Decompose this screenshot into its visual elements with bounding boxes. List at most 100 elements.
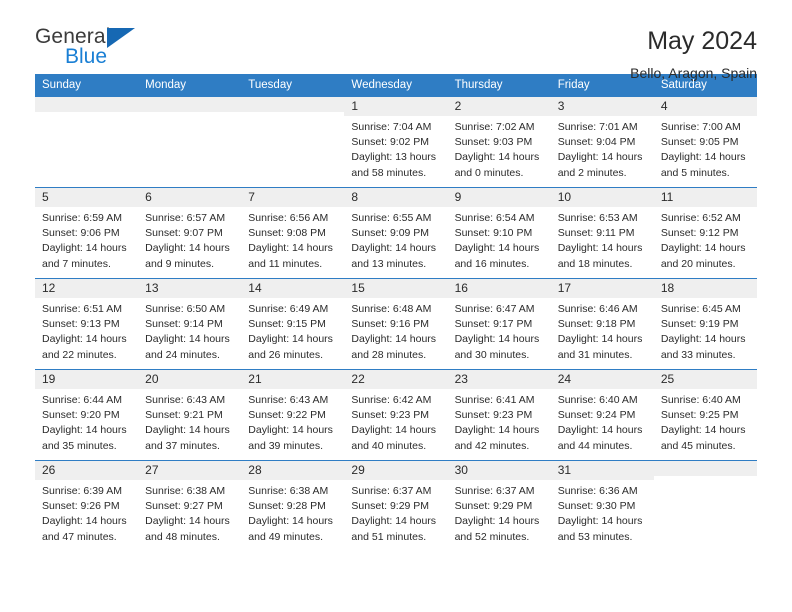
daylight-text: Daylight: 14 hours and 5 minutes. xyxy=(660,151,746,179)
general-blue-logo[interactable]: General Blue xyxy=(35,26,155,72)
calendar-cell-day-19[interactable]: 19 Sunrise: 6:44 AM Sunset: 9:20 PM Dayligh… xyxy=(35,369,139,461)
calendar-week-row: 12 Sunrise: 6:51 AM Sunset: 9:13 PM Dayligh… xyxy=(35,278,757,370)
calendar-cell-day-23[interactable]: 23 Sunrise: 6:41 AM Sunset: 9:23 PM Dayligh… xyxy=(447,369,551,461)
calendar-cell-day-18[interactable]: 18 Sunrise: 6:45 AM Sunset: 9:19 PM Dayligh… xyxy=(653,278,757,370)
calendar-cell-day-3[interactable]: 3 Sunrise: 7:01 AM Sunset: 9:04 PM Daylight… xyxy=(550,96,654,188)
calendar-cell-day-8[interactable]: 8 Sunrise: 6:55 AM Sunset: 9:09 PM Daylight… xyxy=(344,187,448,279)
day-details: Sunrise: 6:57 AM Sunset: 9:07 PM Daylight:… xyxy=(138,207,241,272)
daylight-text: Daylight: 14 hours and 22 minutes. xyxy=(42,333,127,361)
calendar-cell-day-14[interactable]: 14 Sunrise: 6:49 AM Sunset: 9:15 PM Dayligh… xyxy=(241,278,345,370)
calendar-week-row: 26 Sunrise: 6:39 AM Sunset: 9:26 PM Dayligh… xyxy=(35,460,757,552)
calendar-page: General Blue May 2024 Bello, Aragon, Spa… xyxy=(0,0,792,612)
calendar-cell-day-1[interactable]: 1 Sunrise: 7:04 AM Sunset: 9:02 PM Daylight… xyxy=(344,96,448,188)
sunset-text: Sunset: 9:26 PM xyxy=(42,500,120,513)
day-details: Sunrise: 6:53 AM Sunset: 9:11 PM Daylight:… xyxy=(551,207,654,272)
daylight-text: Daylight: 14 hours and 0 minutes. xyxy=(454,151,540,179)
calendar-cell-day-11[interactable]: 11 Sunrise: 6:52 AM Sunset: 9:12 PM Dayligh… xyxy=(653,187,757,279)
calendar-cell-day-16[interactable]: 16 Sunrise: 6:47 AM Sunset: 9:17 PM Dayligh… xyxy=(447,278,551,370)
daylight-text: Daylight: 14 hours and 47 minutes. xyxy=(42,515,127,543)
day-number: 31 xyxy=(550,461,654,480)
calendar-cell-day-17[interactable]: 17 Sunrise: 6:46 AM Sunset: 9:18 PM Dayligh… xyxy=(550,278,654,370)
sunset-text: Sunset: 9:13 PM xyxy=(42,318,120,331)
day-details: Sunrise: 6:38 AM Sunset: 9:27 PM Daylight:… xyxy=(138,480,241,545)
calendar-cell-day-26[interactable]: 26 Sunrise: 6:39 AM Sunset: 9:26 PM Dayligh… xyxy=(35,460,139,552)
sunset-text: Sunset: 9:30 PM xyxy=(557,500,636,513)
calendar-grid: Sunday Monday Tuesday Wednesday Thursday… xyxy=(35,74,757,552)
calendar-cell-day-7[interactable]: 7 Sunrise: 6:56 AM Sunset: 9:08 PM Daylight… xyxy=(241,187,345,279)
day-number xyxy=(138,97,242,112)
day-number: 22 xyxy=(344,370,448,389)
day-details: Sunrise: 6:42 AM Sunset: 9:23 PM Daylight:… xyxy=(344,389,447,454)
daylight-text: Daylight: 14 hours and 16 minutes. xyxy=(454,242,540,270)
day-details: Sunrise: 6:40 AM Sunset: 9:25 PM Daylight:… xyxy=(654,389,757,454)
calendar-cell-day-12[interactable]: 12 Sunrise: 6:51 AM Sunset: 9:13 PM Dayligh… xyxy=(35,278,139,370)
sunset-text: Sunset: 9:12 PM xyxy=(660,227,739,240)
day-details: Sunrise: 6:38 AM Sunset: 9:28 PM Daylight:… xyxy=(241,480,344,545)
daylight-text: Daylight: 14 hours and 7 minutes. xyxy=(42,242,127,270)
daylight-text: Daylight: 14 hours and 2 minutes. xyxy=(557,151,643,179)
day-details: Sunrise: 6:52 AM Sunset: 9:12 PM Daylight:… xyxy=(654,207,757,272)
calendar-cell-day-5[interactable]: 5 Sunrise: 6:59 AM Sunset: 9:06 PM Daylight… xyxy=(35,187,139,279)
daylight-text: Daylight: 14 hours and 18 minutes. xyxy=(557,242,643,270)
day-number xyxy=(241,97,345,112)
day-details: Sunrise: 7:01 AM Sunset: 9:04 PM Daylight:… xyxy=(551,116,654,181)
sunrise-text: Sunrise: 6:43 AM xyxy=(248,394,329,406)
logo-text-blue: Blue xyxy=(65,45,108,68)
weekday-header-thursday: Thursday xyxy=(447,74,551,97)
sunset-text: Sunset: 9:29 PM xyxy=(351,500,430,513)
sunrise-text: Sunrise: 6:56 AM xyxy=(248,212,329,224)
calendar-cell-day-4[interactable]: 4 Sunrise: 7:00 AM Sunset: 9:05 PM Daylight… xyxy=(653,96,757,188)
day-details: Sunrise: 6:40 AM Sunset: 9:24 PM Daylight:… xyxy=(551,389,654,454)
calendar-cell-day-29[interactable]: 29 Sunrise: 6:37 AM Sunset: 9:29 PM Dayligh… xyxy=(344,460,448,552)
calendar-cell-day-15[interactable]: 15 Sunrise: 6:48 AM Sunset: 9:16 PM Dayligh… xyxy=(344,278,448,370)
day-details: Sunrise: 6:50 AM Sunset: 9:14 PM Daylight:… xyxy=(138,298,241,363)
day-number: 24 xyxy=(550,370,654,389)
calendar-cell-day-27[interactable]: 27 Sunrise: 6:38 AM Sunset: 9:27 PM Dayligh… xyxy=(138,460,242,552)
sunrise-text: Sunrise: 6:37 AM xyxy=(454,485,535,497)
sunset-text: Sunset: 9:04 PM xyxy=(557,136,636,149)
calendar-cell-day-22[interactable]: 22 Sunrise: 6:42 AM Sunset: 9:23 PM Dayligh… xyxy=(344,369,448,461)
calendar-cell-day-13[interactable]: 13 Sunrise: 6:50 AM Sunset: 9:14 PM Dayligh… xyxy=(138,278,242,370)
day-details: Sunrise: 7:02 AM Sunset: 9:03 PM Daylight:… xyxy=(448,116,551,181)
sunset-text: Sunset: 9:15 PM xyxy=(248,318,326,331)
calendar-cell-day-10[interactable]: 10 Sunrise: 6:53 AM Sunset: 9:11 PM Dayligh… xyxy=(550,187,654,279)
sunset-text: Sunset: 9:22 PM xyxy=(248,409,326,422)
calendar-cell-day-25[interactable]: 25 Sunrise: 6:40 AM Sunset: 9:25 PM Dayligh… xyxy=(653,369,757,461)
day-number: 12 xyxy=(35,279,139,298)
calendar-cell-day-20[interactable]: 20 Sunrise: 6:43 AM Sunset: 9:21 PM Dayligh… xyxy=(138,369,242,461)
calendar-cell-day-21[interactable]: 21 Sunrise: 6:43 AM Sunset: 9:22 PM Dayligh… xyxy=(241,369,345,461)
sunset-text: Sunset: 9:21 PM xyxy=(145,409,223,422)
day-details: Sunrise: 6:48 AM Sunset: 9:16 PM Daylight:… xyxy=(344,298,447,363)
daylight-text: Daylight: 14 hours and 33 minutes. xyxy=(660,333,746,361)
calendar-cell-day-24[interactable]: 24 Sunrise: 6:40 AM Sunset: 9:24 PM Dayligh… xyxy=(550,369,654,461)
day-details: Sunrise: 6:37 AM Sunset: 9:29 PM Daylight:… xyxy=(448,480,551,545)
day-number: 9 xyxy=(447,188,551,207)
day-number: 3 xyxy=(550,97,654,116)
sunrise-text: Sunrise: 7:04 AM xyxy=(351,121,432,133)
sunset-text: Sunset: 9:10 PM xyxy=(454,227,533,240)
weekday-header-wednesday: Wednesday xyxy=(344,74,448,97)
sunrise-text: Sunrise: 6:51 AM xyxy=(42,303,122,315)
sunset-text: Sunset: 9:18 PM xyxy=(557,318,636,331)
sunset-text: Sunset: 9:02 PM xyxy=(351,136,430,149)
day-number: 26 xyxy=(35,461,139,480)
calendar-cell-day-30[interactable]: 30 Sunrise: 6:37 AM Sunset: 9:29 PM Dayligh… xyxy=(447,460,551,552)
daylight-text: Daylight: 14 hours and 52 minutes. xyxy=(454,515,540,543)
day-details: Sunrise: 6:59 AM Sunset: 9:06 PM Daylight:… xyxy=(35,207,138,272)
calendar-cell-day-9[interactable]: 9 Sunrise: 6:54 AM Sunset: 9:10 PM Daylight… xyxy=(447,187,551,279)
day-number: 15 xyxy=(344,279,448,298)
calendar-cell-day-28[interactable]: 28 Sunrise: 6:38 AM Sunset: 9:28 PM Dayligh… xyxy=(241,460,345,552)
sunrise-text: Sunrise: 6:42 AM xyxy=(351,394,432,406)
day-number: 14 xyxy=(241,279,345,298)
sunset-text: Sunset: 9:17 PM xyxy=(454,318,533,331)
calendar-cell-day-6[interactable]: 6 Sunrise: 6:57 AM Sunset: 9:07 PM Daylight… xyxy=(138,187,242,279)
sunrise-text: Sunrise: 6:39 AM xyxy=(42,485,122,497)
calendar-cell-day-31[interactable]: 31 Sunrise: 6:36 AM Sunset: 9:30 PM Dayligh… xyxy=(550,460,654,552)
daylight-text: Daylight: 14 hours and 20 minutes. xyxy=(660,242,746,270)
sunset-text: Sunset: 9:06 PM xyxy=(42,227,120,240)
sunrise-text: Sunrise: 6:40 AM xyxy=(660,394,741,406)
calendar-week-row: 19 Sunrise: 6:44 AM Sunset: 9:20 PM Dayligh… xyxy=(35,369,757,461)
calendar-cell-day-2[interactable]: 2 Sunrise: 7:02 AM Sunset: 9:03 PM Daylight… xyxy=(447,96,551,188)
daylight-text: Daylight: 14 hours and 35 minutes. xyxy=(42,424,127,452)
day-details: Sunrise: 6:49 AM Sunset: 9:15 PM Daylight:… xyxy=(241,298,344,363)
